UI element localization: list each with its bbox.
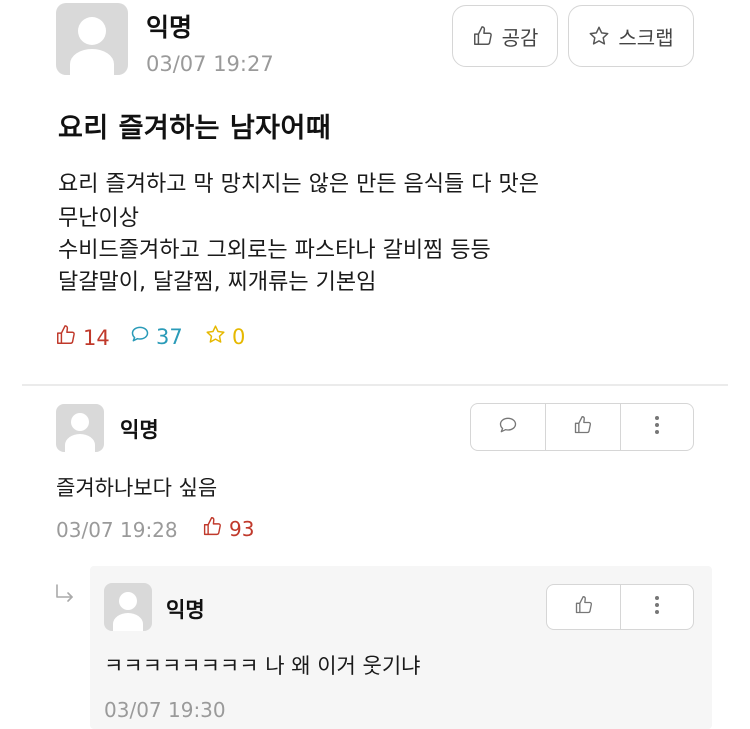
comment-like-count-value: 93 <box>229 517 255 541</box>
more-vertical-icon <box>654 595 660 619</box>
post-like-count: 14 <box>55 324 110 351</box>
reply-text: ㅋㅋㅋㅋㅋㅋㅋㅋ 나 왜 이거 웃기냐 <box>104 654 421 678</box>
reply-more-button[interactable] <box>621 585 693 629</box>
more-vertical-icon <box>654 415 660 439</box>
speech-bubble-icon <box>498 415 518 439</box>
thumbs-up-icon <box>573 415 593 439</box>
like-button-label: 공감 <box>501 25 539 50</box>
scrap-button-label: 스크랩 <box>618 25 674 50</box>
reply-arrow-icon <box>52 582 78 612</box>
post-scrap-count-value: 0 <box>232 325 246 349</box>
reply-like-button[interactable] <box>547 585 621 629</box>
post-comment-count-value: 37 <box>156 324 183 349</box>
post-author-avatar <box>56 3 128 75</box>
star-icon <box>588 25 610 47</box>
speech-bubble-icon <box>130 324 150 349</box>
thumbs-up-icon <box>202 516 223 542</box>
post-like-count-value: 14 <box>83 325 110 350</box>
comment-actions <box>470 403 694 451</box>
comment-timestamp: 03/07 19:28 <box>56 518 178 542</box>
comment-text: 즐겨하나보다 싶음 <box>56 476 218 500</box>
post-timestamp: 03/07 19:27 <box>146 52 274 76</box>
post-body-line: 달걀말이, 달걀찜, 찌개류는 기본임 <box>58 270 377 295</box>
comment-like-button[interactable] <box>546 404 621 450</box>
comment-author-avatar <box>56 404 104 452</box>
post-title: 요리 즐겨하는 남자어때 <box>58 113 332 144</box>
post-scrap-count: 0 <box>205 324 245 350</box>
post-body-line: 요리 즐겨하고 막 망치지는 않은 만든 음식들 다 맛은 <box>58 172 539 197</box>
post-author-name: 익명 <box>146 13 193 42</box>
comment-more-button[interactable] <box>621 404 693 450</box>
thumbs-up-icon <box>472 25 494 47</box>
post-comment-count: 37 <box>130 324 183 349</box>
like-button[interactable]: 공감 <box>452 5 558 67</box>
reply-author-name: 익명 <box>166 598 205 622</box>
reply-timestamp: 03/07 19:30 <box>104 698 226 722</box>
reply-actions <box>546 584 694 630</box>
reply-author-avatar <box>104 583 152 631</box>
post-body-line: 무난이상 <box>58 206 139 231</box>
section-divider <box>22 384 728 386</box>
star-icon <box>205 324 226 350</box>
comment-like-count: 93 <box>202 516 254 542</box>
post-body-line: 수비드즐겨하고 그외로는 파스타나 갈비찜 등등 <box>58 238 491 263</box>
scrap-button[interactable]: 스크랩 <box>568 5 694 67</box>
comment-author-name: 익명 <box>120 418 159 442</box>
thumbs-up-icon <box>55 324 77 351</box>
reply-button[interactable] <box>471 404 546 450</box>
thumbs-up-icon <box>574 595 594 619</box>
